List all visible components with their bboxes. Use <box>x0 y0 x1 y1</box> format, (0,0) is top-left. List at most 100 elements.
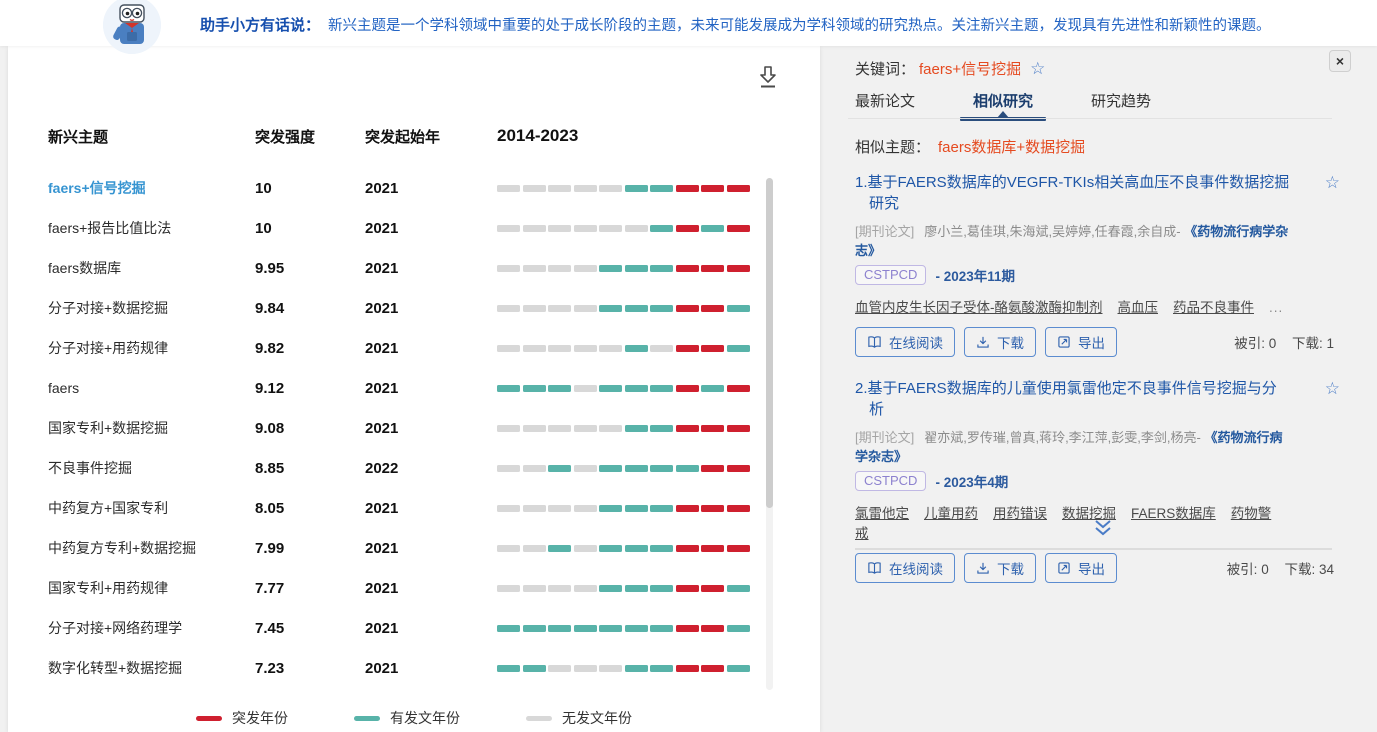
none-year-bar <box>574 665 597 672</box>
close-panel-button[interactable]: × <box>1329 50 1351 72</box>
paper-title[interactable]: 1.基于FAERS数据库的VEGFR-TKIs相关高血压不良事件数据挖掘研究 <box>855 172 1290 214</box>
timeline-bars <box>497 505 752 512</box>
similar-topic-value[interactable]: faers数据库+数据挖掘 <box>938 139 1085 156</box>
burst-year-bar <box>701 625 724 632</box>
paper-title[interactable]: 2.基于FAERS数据库的儿童使用氯雷他定不良事件信号挖掘与分析 <box>855 378 1290 420</box>
paper-keyword[interactable]: 药品不良事件 <box>1173 300 1254 315</box>
active-year-bar <box>727 625 750 632</box>
none-year-bar <box>574 585 597 592</box>
timeline-bars <box>497 345 752 352</box>
read-online-label: 在线阅读 <box>889 558 943 578</box>
topic-label[interactable]: faers <box>48 380 255 396</box>
none-year-bar <box>497 265 520 272</box>
paper-keyword[interactable]: 血管内皮生长因子受体-酪氨酸激酶抑制剂 <box>855 300 1103 315</box>
topic-label[interactable]: faers+报告比值比法 <box>48 218 255 238</box>
table-row[interactable]: 数字化转型+数据挖掘7.232021 <box>48 648 764 688</box>
none-year-bar <box>574 265 597 272</box>
active-year-bar <box>625 585 648 592</box>
active-year-bar <box>701 385 724 392</box>
read-online-button[interactable]: 在线阅读 <box>855 327 955 357</box>
favorite-star-icon[interactable]: ☆ <box>1030 59 1045 78</box>
none-year-bar <box>523 345 546 352</box>
burst-year-bar <box>727 265 750 272</box>
table-row[interactable]: 中药复方专利+数据挖掘7.992021 <box>48 528 764 568</box>
table-row[interactable]: faers+报告比值比法102021 <box>48 208 764 248</box>
download-button[interactable]: 下载 <box>964 553 1036 583</box>
paper-authors: 廖小兰,葛佳琪,朱海斌,吴婷婷,任春霞,余自成- <box>924 224 1180 239</box>
none-year-bar <box>548 305 571 312</box>
timeline-bars <box>497 665 752 672</box>
paper-authors: 翟亦斌,罗传璀,曾真,蒋玲,李江萍,彭雯,李剑,杨亮- <box>924 430 1201 445</box>
topic-label[interactable]: 中药复方+国家专利 <box>48 498 255 518</box>
none-year-bar <box>523 585 546 592</box>
topic-label[interactable]: 国家专利+用药规律 <box>48 578 255 598</box>
export-button[interactable]: 导出 <box>1045 553 1117 583</box>
download-chart-button[interactable] <box>756 64 780 90</box>
table-row[interactable]: 国家专利+用药规律7.772021 <box>48 568 764 608</box>
legend-item-active: 有发文年份 <box>354 708 460 728</box>
none-year-bar <box>523 425 546 432</box>
table-row[interactable]: 中药复方+国家专利8.052021 <box>48 488 764 528</box>
paper-actions: 在线阅读 下载 导出 被引: 0 下载: 1 <box>855 327 1290 356</box>
burst-start-year: 2021 <box>365 580 497 597</box>
topic-label[interactable]: 不良事件挖掘 <box>48 458 255 478</box>
table-row[interactable]: 分子对接+网络药理学7.452021 <box>48 608 764 648</box>
paper-item: 1.基于FAERS数据库的VEGFR-TKIs相关高血压不良事件数据挖掘研究 ☆… <box>855 172 1352 356</box>
read-online-button[interactable]: 在线阅读 <box>855 553 955 583</box>
tab-similar-research[interactable]: 相似研究 <box>973 90 1033 120</box>
topic-label[interactable]: 国家专利+数据挖掘 <box>48 418 255 438</box>
similar-topic-label: 相似主题： <box>855 139 930 156</box>
paper-star-icon[interactable]: ☆ <box>1325 379 1340 399</box>
none-year-bar <box>497 505 520 512</box>
active-year-bar <box>625 385 648 392</box>
tab-latest-papers[interactable]: 最新论文 <box>855 90 915 120</box>
paper-star-icon[interactable]: ☆ <box>1325 173 1340 193</box>
export-label: 导出 <box>1078 558 1105 578</box>
badge-row: CSTPCD - 2023年4期 <box>855 471 1290 491</box>
topic-label[interactable]: 分子对接+数据挖掘 <box>48 298 255 318</box>
table-row[interactable]: 分子对接+数据挖掘9.842021 <box>48 288 764 328</box>
table-row[interactable]: 不良事件挖掘8.852022 <box>48 448 764 488</box>
paper-keyword[interactable]: 高血压 <box>1118 300 1159 315</box>
timeline-bars <box>497 545 752 552</box>
burst-strength-value: 7.23 <box>255 660 365 677</box>
burst-year-bar <box>676 305 699 312</box>
burst-start-year: 2021 <box>365 340 497 357</box>
table-row[interactable]: faers数据库9.952021 <box>48 248 764 288</box>
issue-label: - 2023年11期 <box>935 265 1015 285</box>
burst-year-bar <box>701 585 724 592</box>
burst-strength-value: 9.12 <box>255 380 365 397</box>
active-year-bar <box>574 625 597 632</box>
legend-label: 突发年份 <box>232 708 288 728</box>
table-row[interactable]: 国家专利+数据挖掘9.082021 <box>48 408 764 448</box>
topic-label[interactable]: 中药复方专利+数据挖掘 <box>48 538 255 558</box>
download-button[interactable]: 下载 <box>964 327 1036 357</box>
burst-year-bar <box>676 385 699 392</box>
topic-label[interactable]: faers数据库 <box>48 258 255 278</box>
burst-year-bar <box>676 585 699 592</box>
topic-label[interactable]: 数字化转型+数据挖掘 <box>48 658 255 678</box>
table-row[interactable]: faers9.122021 <box>48 368 764 408</box>
none-year-bar <box>599 185 622 192</box>
tab-research-trends[interactable]: 研究趋势 <box>1091 90 1151 120</box>
none-year-bar <box>523 505 546 512</box>
topic-label[interactable]: 分子对接+用药规律 <box>48 338 255 358</box>
export-button[interactable]: 导出 <box>1045 327 1117 357</box>
download-count: 下载: 1 <box>1292 336 1334 351</box>
active-year-bar <box>548 625 571 632</box>
expand-more-button[interactable] <box>828 518 1377 543</box>
none-year-bar <box>574 505 597 512</box>
topic-label[interactable]: faers+信号挖掘 <box>48 178 255 198</box>
scrollbar-thumb[interactable] <box>766 178 773 508</box>
topic-label[interactable]: 分子对接+网络药理学 <box>48 618 255 638</box>
active-year-bar <box>650 465 673 472</box>
none-year-bar <box>523 185 546 192</box>
paper-stats: 被引: 0 下载: 34 <box>1215 558 1334 578</box>
table-row[interactable]: 分子对接+用药规律9.822021 <box>48 328 764 368</box>
banner-speaker: 助手小方有话说： <box>200 17 320 34</box>
active-year-bar <box>727 345 750 352</box>
keyword-label: 关键词： <box>855 61 915 78</box>
table-row[interactable]: faers+信号挖掘102021 <box>48 168 764 208</box>
active-year-bar <box>650 185 673 192</box>
burst-strength-value: 9.84 <box>255 300 365 317</box>
